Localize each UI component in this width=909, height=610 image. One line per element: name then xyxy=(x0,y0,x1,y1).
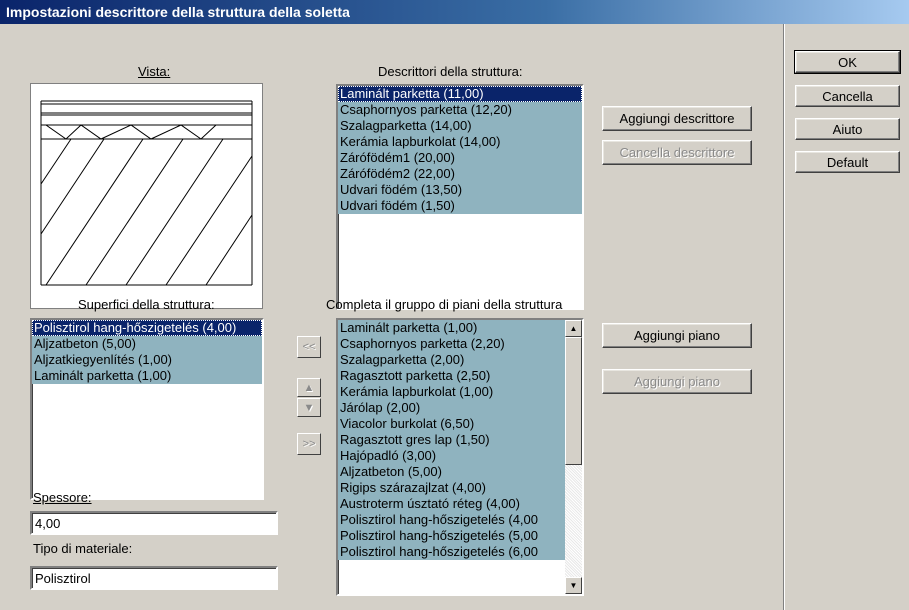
thickness-label-text: Spessore: xyxy=(33,490,92,505)
action-panel: OK Cancella Aiuto Default xyxy=(784,24,909,610)
descriptors-label: Descrittori della struttura: xyxy=(378,64,523,79)
move-right-button[interactable]: >> xyxy=(297,433,321,455)
default-button[interactable]: Default xyxy=(795,151,900,173)
list-item[interactable]: Polisztirol hang-hőszigetelés (6,00 xyxy=(338,544,565,560)
window-title: Impostazioni descrittore della struttura… xyxy=(6,4,350,20)
list-item[interactable]: Udvari födém (1,50) xyxy=(338,198,582,214)
descriptors-listbox[interactable]: Laminált parketta (11,00) Csaphornyos par… xyxy=(336,84,584,310)
list-item[interactable]: Laminált parketta (11,00) xyxy=(338,86,582,102)
title-bar[interactable]: Impostazioni descrittore della struttura… xyxy=(0,0,909,24)
move-left-button[interactable]: << xyxy=(297,336,321,358)
cancel-button[interactable]: Cancella xyxy=(795,85,900,107)
add-floor-button-disabled[interactable]: Aggiungi piano xyxy=(602,369,752,394)
help-button[interactable]: Aiuto xyxy=(795,118,900,140)
add-floor-button[interactable]: Aggiungi piano xyxy=(602,323,752,348)
list-item[interactable]: Laminált parketta (1,00) xyxy=(338,320,565,336)
surfaces-listbox[interactable]: Polisztirol hang-hőszigetelés (4,00) Aljz… xyxy=(30,318,264,500)
list-item[interactable]: Rigips szárazajlzat (4,00) xyxy=(338,480,565,496)
list-item[interactable]: Zárófödém2 (22,00) xyxy=(338,166,582,182)
scroll-thumb[interactable] xyxy=(565,337,582,465)
scroll-down-arrow-icon[interactable]: ▼ xyxy=(565,577,582,594)
list-item[interactable]: Laminált parketta (1,00) xyxy=(32,368,262,384)
list-item[interactable]: Szalagparketta (14,00) xyxy=(338,118,582,134)
floors-listbox[interactable]: Laminált parketta (1,00) Csaphornyos park… xyxy=(336,318,584,596)
list-item[interactable]: Kerámia lapburkolat (14,00) xyxy=(338,134,582,150)
surfaces-label: Superfici della struttura: xyxy=(78,297,215,312)
list-item[interactable]: Polisztirol hang-hőszigetelés (5,00 xyxy=(338,528,565,544)
list-item[interactable]: Polisztirol hang-hőszigetelés (4,00 xyxy=(338,512,565,528)
structure-preview xyxy=(30,83,263,309)
move-up-button[interactable]: ▲ xyxy=(297,378,321,397)
list-item[interactable]: Aljzatbeton (5,00) xyxy=(338,464,565,480)
ok-button[interactable]: OK xyxy=(794,50,901,74)
add-descriptor-button[interactable]: Aggiungi descrittore xyxy=(602,106,752,131)
delete-descriptor-button[interactable]: Cancella descrittore xyxy=(602,140,752,165)
list-item[interactable]: Hajópadló (3,00) xyxy=(338,448,565,464)
list-item[interactable]: Austroterm úsztató réteg (4,00) xyxy=(338,496,565,512)
list-item[interactable]: Csaphornyos parketta (12,20) xyxy=(338,102,582,118)
list-item[interactable]: Aljzatbeton (5,00) xyxy=(32,336,262,352)
list-item[interactable]: Ragasztott parketta (2,50) xyxy=(338,368,565,384)
list-item[interactable]: Zárófödém1 (20,00) xyxy=(338,150,582,166)
material-input[interactable]: Polisztirol xyxy=(30,566,278,590)
list-item[interactable]: Viacolor burkolat (6,50) xyxy=(338,416,565,432)
floors-label: Completa il gruppo di piani della strutt… xyxy=(326,297,563,312)
move-down-button[interactable]: ▼ xyxy=(297,398,321,417)
thickness-input[interactable]: 4,00 xyxy=(30,511,278,535)
list-item[interactable]: Csaphornyos parketta (2,20) xyxy=(338,336,565,352)
list-item[interactable]: Udvari födém (13,50) xyxy=(338,182,582,198)
view-label-text: Vista: xyxy=(138,64,171,79)
thickness-label: Spessore: xyxy=(33,490,92,505)
list-item[interactable]: Szalagparketta (2,00) xyxy=(338,352,565,368)
main-panel: Vista: Descrittori della struttura: Lami… xyxy=(0,24,784,610)
scroll-up-arrow-icon[interactable]: ▲ xyxy=(565,320,582,337)
list-item[interactable]: Járólap (2,00) xyxy=(338,400,565,416)
material-label: Tipo di materiale: xyxy=(33,541,133,556)
list-item[interactable]: Aljzatkiegyenlítés (1,00) xyxy=(32,352,262,368)
structure-section-drawing xyxy=(31,84,262,308)
floors-scrollbar[interactable]: ▲ ▼ xyxy=(565,320,582,594)
view-label: Vista: xyxy=(138,64,170,79)
list-item[interactable]: Polisztirol hang-hőszigetelés (4,00) xyxy=(32,320,262,336)
list-item[interactable]: Ragasztott gres lap (1,50) xyxy=(338,432,565,448)
list-item[interactable]: Kerámia lapburkolat (1,00) xyxy=(338,384,565,400)
